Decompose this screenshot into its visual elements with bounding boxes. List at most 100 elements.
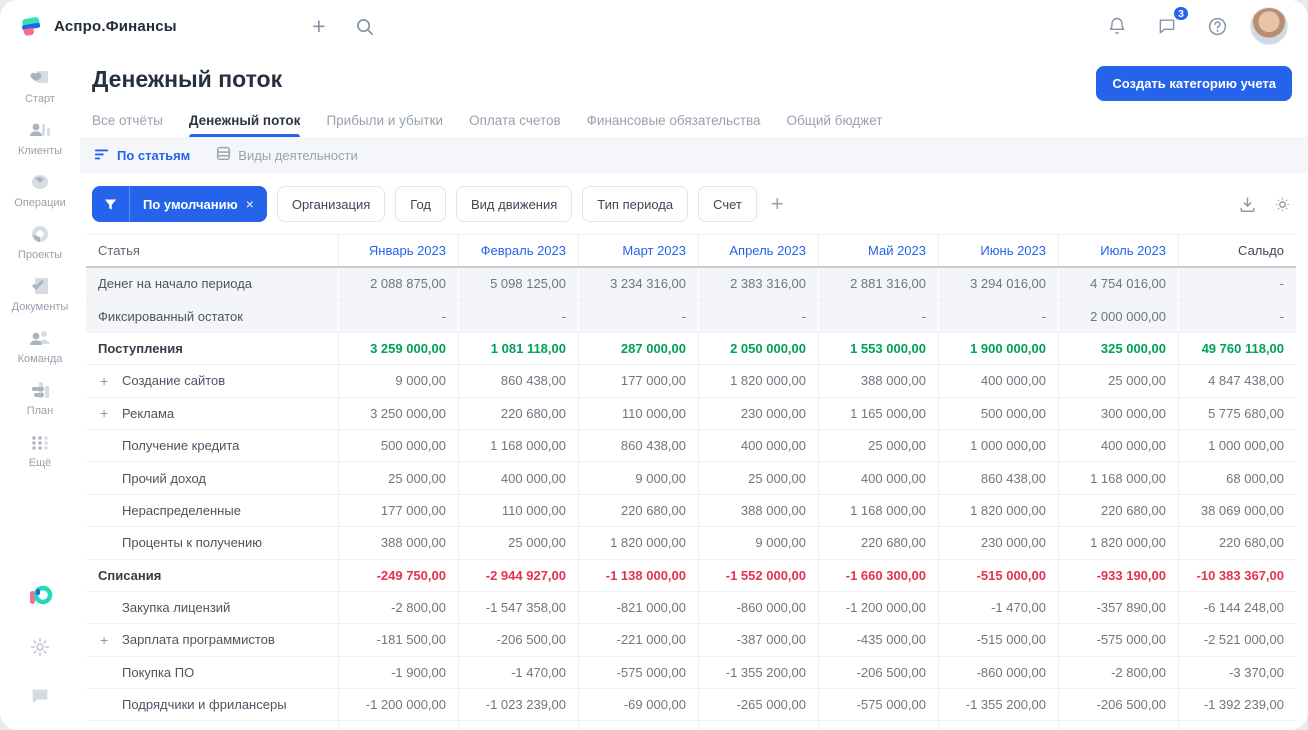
sidebar-item-plan[interactable]: План — [4, 378, 76, 417]
cell-value: 25 000,00 — [458, 527, 578, 559]
cell-value: 388 000,00 — [818, 365, 938, 397]
cell-value: -1 138 000,00 — [578, 559, 698, 591]
column-header[interactable]: Май 2023 — [818, 235, 938, 266]
user-avatar[interactable] — [1250, 7, 1288, 45]
cell-value: -1 547 358,00 — [458, 591, 578, 624]
sidebar-brand-icon[interactable] — [27, 583, 53, 614]
search-icon[interactable] — [348, 9, 382, 43]
brand[interactable]: Аспро.Финансы — [18, 13, 177, 39]
column-header[interactable]: Сальдо — [1178, 235, 1296, 266]
cell-value: 220 680,00 — [1178, 527, 1296, 559]
expand-icon[interactable]: + — [100, 405, 122, 421]
clear-filter-icon[interactable]: × — [246, 196, 254, 212]
sidebar-item-documents[interactable]: Документы — [4, 274, 76, 313]
cell-value: 860 438,00 — [578, 429, 698, 462]
cell-value: -357 890,00 — [1058, 721, 1178, 730]
column-header[interactable]: Июнь 2023 — [938, 235, 1058, 266]
sidebar-item-more[interactable]: Ещё — [4, 430, 76, 469]
column-header[interactable]: Апрель 2023 — [698, 235, 818, 266]
cell-value: -249 750,00 — [338, 559, 458, 591]
filter-chip[interactable]: Тип периода — [582, 186, 689, 222]
view-tab-activity-types[interactable]: Виды деятельности — [216, 146, 358, 164]
cell-value: -575 000,00 — [818, 689, 938, 721]
support-chat-icon[interactable] — [29, 685, 51, 712]
funnel-icon — [92, 186, 130, 222]
filter-chip[interactable]: Год — [395, 186, 446, 222]
sidebar-item-projects[interactable]: Проекты — [4, 222, 76, 261]
sidebar-item-start[interactable]: Старт — [4, 66, 76, 105]
report-tabs: Все отчёты Денежный поток Прибыли и убытки… — [80, 101, 1308, 137]
cell-value: -6 144 248,00 — [1178, 721, 1296, 730]
view-tab-by-articles[interactable]: По статьям — [94, 147, 190, 164]
sidebar-item-label: Клиенты — [17, 145, 63, 157]
cell-value: -575 000,00 — [578, 656, 698, 689]
cell-value: -1 200 000,00 — [338, 689, 458, 721]
column-header[interactable]: Январь 2023 — [338, 235, 458, 266]
sidebar-item-clients[interactable]: Клиенты — [4, 118, 76, 157]
cell-value: 287 000,00 — [578, 332, 698, 365]
row-label: Списания — [98, 567, 162, 583]
download-icon[interactable] — [1238, 195, 1257, 214]
cell-value: 860 438,00 — [458, 365, 578, 397]
cell-value: 500 000,00 — [938, 397, 1058, 429]
cell-value: 3 294 016,00 — [938, 268, 1058, 300]
cell-value: 1 168 000,00 — [458, 429, 578, 462]
tab-4[interactable]: Оплата счетов — [469, 113, 561, 137]
cell-value: -860 000,00 — [938, 656, 1058, 689]
add-icon[interactable]: + — [302, 9, 336, 43]
add-filter-icon[interactable]: + — [767, 191, 788, 217]
brand-logo-icon — [18, 13, 44, 39]
sidebar-item-operations[interactable]: Операции — [4, 170, 76, 209]
cell-value: 25 000,00 — [818, 429, 938, 462]
filter-chip[interactable]: Организация — [276, 186, 386, 222]
cell-value: 230 000,00 — [938, 527, 1058, 559]
help-icon[interactable] — [1200, 9, 1234, 43]
cell-value: 1 000 000,00 — [938, 429, 1058, 462]
sidebar-plan-icon — [28, 378, 52, 402]
cell-value: -3 370,00 — [1178, 656, 1296, 689]
expand-icon[interactable]: + — [100, 632, 122, 648]
sidebar-item-team[interactable]: Команда — [4, 326, 76, 365]
settings-icon[interactable] — [29, 636, 51, 663]
filter-chip[interactable]: Счет — [698, 186, 757, 222]
cell-value: - — [698, 300, 818, 332]
notifications-icon[interactable] — [1100, 9, 1134, 43]
cell-value: 220 680,00 — [1058, 494, 1178, 527]
create-category-button[interactable]: Создать категорию учета — [1096, 66, 1292, 101]
cell-value: -435 000,00 — [818, 624, 938, 656]
cell-value: -265 000,00 — [698, 689, 818, 721]
cell-value: 220 680,00 — [578, 494, 698, 527]
table-row: Поступления 3 259 000,00 1 081 118,00 287 0… — [86, 332, 1296, 366]
cell-value: - — [578, 300, 698, 332]
row-label: Получение кредита — [122, 438, 240, 454]
column-header[interactable]: Июль 2023 — [1058, 235, 1178, 266]
table-row: + Создание сайтов 9 000,00 860 438,00 177 00… — [86, 365, 1296, 398]
filter-chip[interactable]: Вид движения — [455, 186, 573, 222]
chat-icon[interactable]: 3 — [1150, 5, 1190, 43]
table-row: Нераспределенные 177 000,00 110 000,00 220 … — [86, 494, 1296, 528]
tab-2[interactable]: Денежный поток — [188, 113, 300, 137]
expand-icon[interactable]: + — [100, 373, 122, 389]
cell-value: -821 000,00 — [578, 591, 698, 624]
tab-1[interactable]: Все отчёты — [92, 113, 163, 137]
row-label: Закупка лицензий — [122, 600, 231, 616]
column-header[interactable]: Март 2023 — [578, 235, 698, 266]
app-window: Аспро.Финансы + 3 Старт Клиенты Операции… — [0, 0, 1308, 730]
row-label: +Зарплата программистов — [100, 631, 275, 648]
row-label: Поступления — [98, 340, 183, 356]
tab-6[interactable]: Общий бюджет — [787, 113, 883, 137]
column-header[interactable]: Февраль 2023 — [458, 235, 578, 266]
table-settings-icon[interactable] — [1273, 195, 1292, 214]
applied-filter-button[interactable]: По умолчанию × — [92, 186, 267, 222]
cell-value: 2 000 000,00 — [1058, 300, 1178, 332]
cell-value: 25 000,00 — [338, 462, 458, 494]
cell-value: -221 000,00 — [578, 624, 698, 656]
sidebar-item-label: Старт — [25, 93, 55, 105]
cell-value: - — [338, 300, 458, 332]
tab-3[interactable]: Прибыли и убытки — [326, 113, 443, 137]
sidebar-start-icon — [28, 66, 52, 90]
topbar: Аспро.Финансы + 3 — [0, 0, 1308, 52]
cell-value: -1 660 300,00 — [818, 559, 938, 591]
tab-5[interactable]: Финансовые обязательства — [587, 113, 761, 137]
cell-value: 1 168 000,00 — [1058, 462, 1178, 494]
